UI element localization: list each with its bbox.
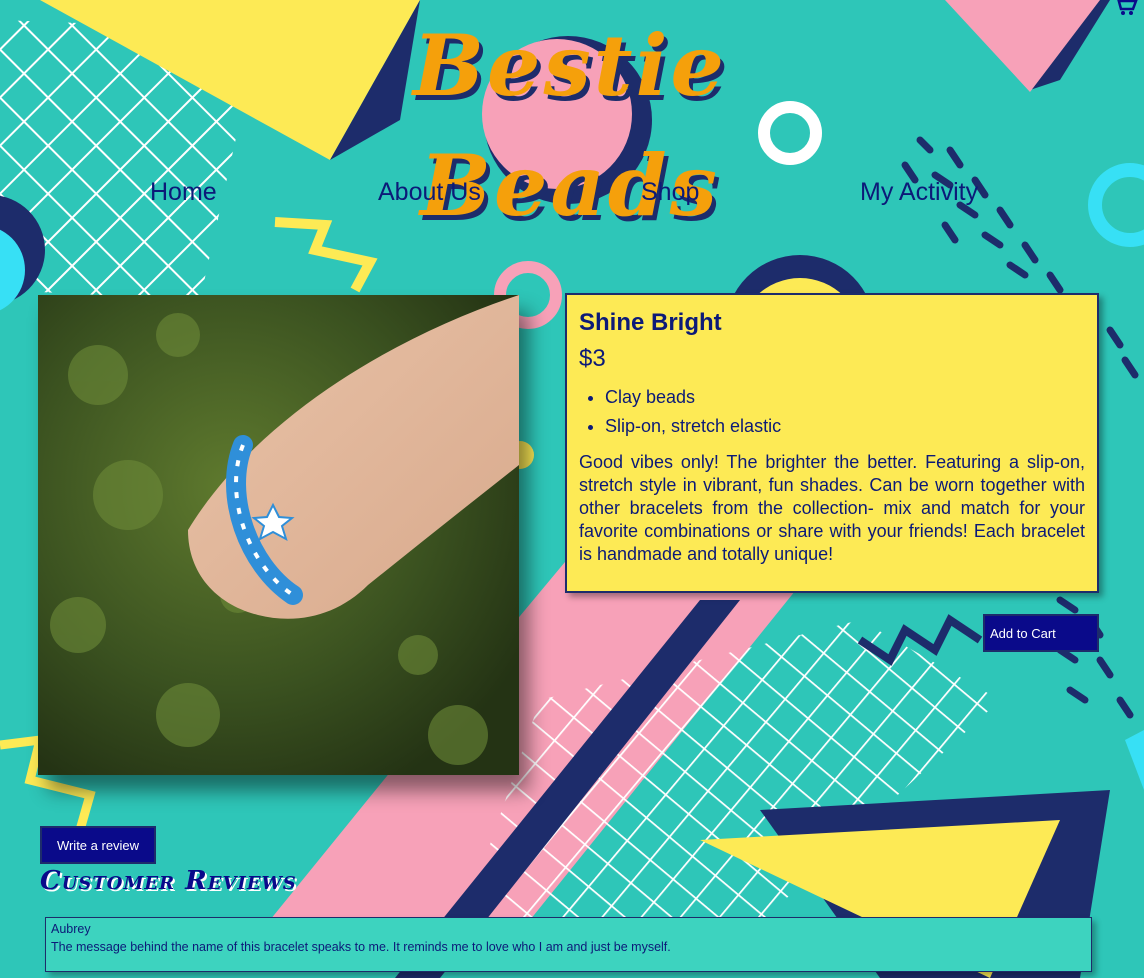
product-name: Shine Bright — [579, 309, 722, 336]
customer-reviews-heading: Customer Reviews — [40, 866, 297, 896]
review-author: Aubrey — [51, 922, 91, 936]
write-review-button[interactable]: Write a review — [40, 826, 156, 864]
product-image — [38, 295, 519, 775]
add-to-cart-button[interactable]: Add to Cart — [983, 614, 1099, 652]
product-features: Clay beads Slip-on, stretch elastic — [579, 383, 1085, 441]
product-info-panel: Shine Bright $3 Clay beads Slip-on, stre… — [565, 293, 1099, 593]
nav-item-about-us[interactable]: About Us — [378, 178, 481, 207]
review-text: The message behind the name of this brac… — [51, 940, 671, 954]
feature-item: Clay beads — [605, 383, 1085, 412]
shopping-cart-icon[interactable] — [1112, 0, 1138, 21]
nav-item-home[interactable]: Home — [150, 178, 217, 207]
nav-item-my-activity[interactable]: My Activity — [860, 178, 978, 207]
feature-item: Slip-on, stretch elastic — [605, 412, 1085, 441]
review-card: Aubrey The message behind the name of th… — [45, 917, 1092, 972]
main-nav: Home About Us Shop My Activity — [0, 176, 1144, 216]
product-description: Good vibes only! The brighter the better… — [579, 452, 1085, 564]
product-price: $3 — [579, 345, 606, 372]
nav-item-shop[interactable]: Shop — [641, 178, 699, 207]
